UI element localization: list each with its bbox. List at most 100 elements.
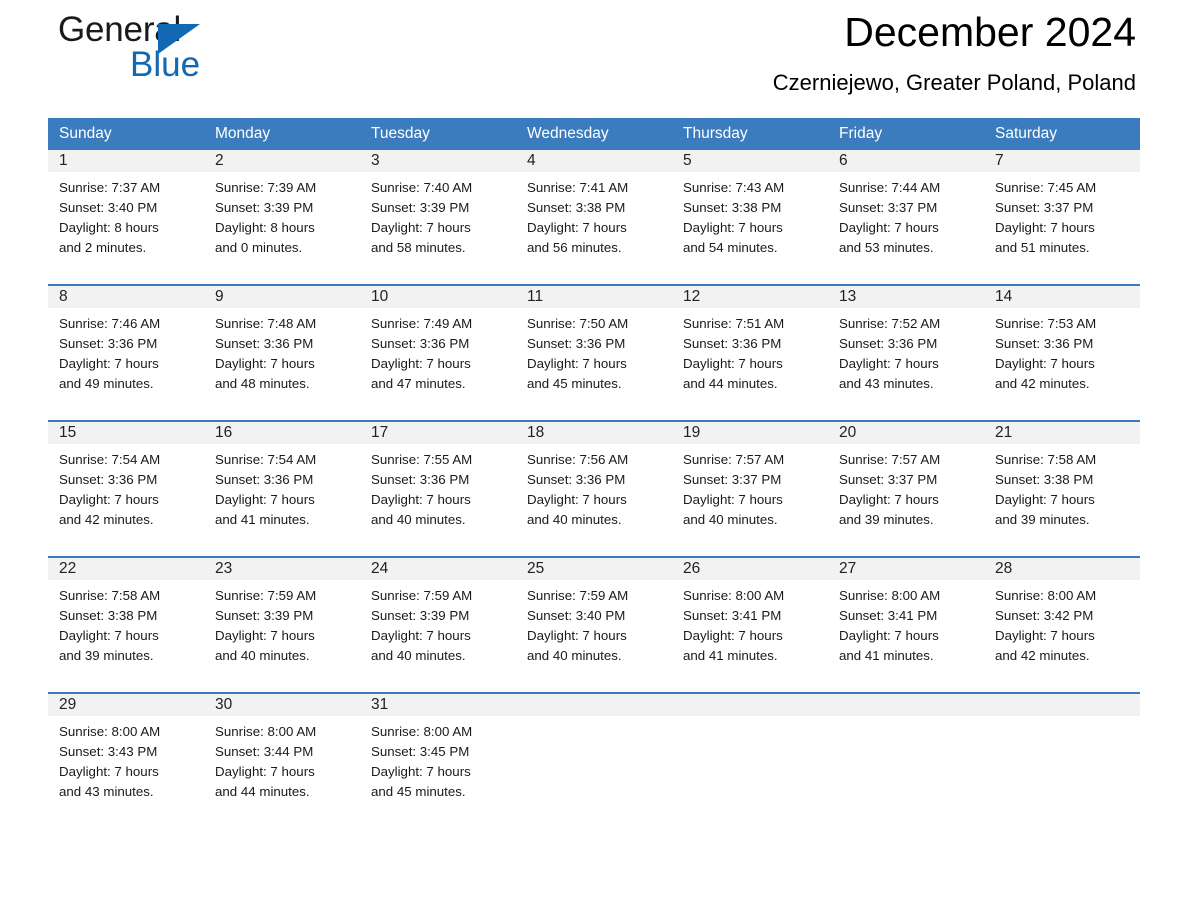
sunrise-text: Sunrise: 7:57 AM	[683, 452, 785, 467]
day-cell[interactable]: 10 Sunrise: 7:49 AM Sunset: 3:36 PM Dayligh…	[360, 286, 516, 412]
sunset-text: Sunset: 3:38 PM	[995, 472, 1094, 487]
daylight-text-line1: Daylight: 7 hours	[371, 220, 471, 235]
daylight-text-line2: and 40 minutes.	[371, 512, 466, 527]
daylight-text-line2: and 42 minutes.	[59, 512, 154, 527]
day-cell[interactable]: 12 Sunrise: 7:51 AM Sunset: 3:36 PM Dayligh…	[672, 286, 828, 412]
day-cell[interactable]: 5 Sunrise: 7:43 AM Sunset: 3:38 PM Daylight…	[672, 150, 828, 276]
day-details: Sunrise: 7:49 AM Sunset: 3:36 PM Daylight:…	[360, 308, 516, 394]
day-number: 1	[59, 152, 68, 169]
sunrise-text: Sunrise: 7:48 AM	[215, 316, 317, 331]
day-cell[interactable]: 4 Sunrise: 7:41 AM Sunset: 3:38 PM Daylight…	[516, 150, 672, 276]
day-cell[interactable]: 26 Sunrise: 8:00 AM Sunset: 3:41 PM Dayligh…	[672, 558, 828, 684]
daylight-text-line2: and 39 minutes.	[995, 512, 1090, 527]
day-details: Sunrise: 7:50 AM Sunset: 3:36 PM Daylight:…	[516, 308, 672, 394]
day-cell[interactable]: 19 Sunrise: 7:57 AM Sunset: 3:37 PM Dayligh…	[672, 422, 828, 548]
day-details: Sunrise: 7:45 AM Sunset: 3:37 PM Daylight:…	[984, 172, 1140, 258]
day-details: Sunrise: 7:57 AM Sunset: 3:37 PM Daylight:…	[672, 444, 828, 530]
sunset-text: Sunset: 3:44 PM	[215, 744, 314, 759]
daylight-text-line1: Daylight: 7 hours	[683, 492, 783, 507]
sunset-text: Sunset: 3:39 PM	[215, 200, 314, 215]
day-cell[interactable]: 25 Sunrise: 7:59 AM Sunset: 3:40 PM Dayligh…	[516, 558, 672, 684]
page-title: December 2024	[844, 9, 1136, 55]
day-cell[interactable]: 27 Sunrise: 8:00 AM Sunset: 3:41 PM Dayligh…	[828, 558, 984, 684]
weekday-header-row: Sunday Monday Tuesday Wednesday Thursday…	[48, 118, 1140, 150]
day-cell[interactable]: 9 Sunrise: 7:48 AM Sunset: 3:36 PM Daylight…	[204, 286, 360, 412]
sunset-text: Sunset: 3:36 PM	[527, 472, 626, 487]
sunset-text: Sunset: 3:37 PM	[683, 472, 782, 487]
daylight-text-line2: and 48 minutes.	[215, 376, 310, 391]
week-row: 15 Sunrise: 7:54 AM Sunset: 3:36 PM Dayligh…	[48, 420, 1140, 548]
week-row: 8 Sunrise: 7:46 AM Sunset: 3:36 PM Daylight…	[48, 284, 1140, 412]
day-cell[interactable]: 29 Sunrise: 8:00 AM Sunset: 3:43 PM Dayligh…	[48, 694, 204, 820]
day-details: Sunrise: 8:00 AM Sunset: 3:44 PM Daylight:…	[204, 716, 360, 802]
daylight-text-line1: Daylight: 7 hours	[683, 628, 783, 643]
day-details: Sunrise: 7:59 AM Sunset: 3:39 PM Daylight:…	[204, 580, 360, 666]
day-number: 16	[215, 424, 233, 441]
day-cell[interactable]: 14 Sunrise: 7:53 AM Sunset: 3:36 PM Dayligh…	[984, 286, 1140, 412]
daylight-text-line1: Daylight: 7 hours	[59, 628, 159, 643]
sunset-text: Sunset: 3:36 PM	[59, 472, 158, 487]
day-number: 8	[59, 288, 68, 305]
day-cell[interactable]: 17 Sunrise: 7:55 AM Sunset: 3:36 PM Dayligh…	[360, 422, 516, 548]
day-details: Sunrise: 7:39 AM Sunset: 3:39 PM Daylight:…	[204, 172, 360, 258]
day-cell[interactable]: 31 Sunrise: 8:00 AM Sunset: 3:45 PM Dayligh…	[360, 694, 516, 820]
week-row: 22 Sunrise: 7:58 AM Sunset: 3:38 PM Dayligh…	[48, 556, 1140, 684]
day-details: Sunrise: 7:46 AM Sunset: 3:36 PM Daylight:…	[48, 308, 204, 394]
day-cell[interactable]: 30 Sunrise: 8:00 AM Sunset: 3:44 PM Dayligh…	[204, 694, 360, 820]
weekday-header-tuesday: Tuesday	[371, 125, 430, 142]
day-cell[interactable]: 22 Sunrise: 7:58 AM Sunset: 3:38 PM Dayligh…	[48, 558, 204, 684]
daylight-text-line2: and 43 minutes.	[839, 376, 934, 391]
day-number: 20	[839, 424, 857, 441]
daylight-text-line1: Daylight: 7 hours	[995, 492, 1095, 507]
daylight-text-line1: Daylight: 7 hours	[527, 220, 627, 235]
sunrise-text: Sunrise: 7:58 AM	[995, 452, 1097, 467]
day-cell[interactable]: 15 Sunrise: 7:54 AM Sunset: 3:36 PM Dayligh…	[48, 422, 204, 548]
day-cell[interactable]: 1 Sunrise: 7:37 AM Sunset: 3:40 PM Daylight…	[48, 150, 204, 276]
daylight-text-line1: Daylight: 8 hours	[59, 220, 159, 235]
day-cell[interactable]: 6 Sunrise: 7:44 AM Sunset: 3:37 PM Daylight…	[828, 150, 984, 276]
sunrise-text: Sunrise: 7:39 AM	[215, 180, 317, 195]
daylight-text-line1: Daylight: 7 hours	[59, 356, 159, 371]
daylight-text-line2: and 54 minutes.	[683, 240, 778, 255]
daylight-text-line1: Daylight: 7 hours	[215, 492, 315, 507]
sunrise-text: Sunrise: 7:58 AM	[59, 588, 161, 603]
sunrise-text: Sunrise: 7:40 AM	[371, 180, 473, 195]
sunset-text: Sunset: 3:37 PM	[839, 472, 938, 487]
day-number: 9	[215, 288, 224, 305]
day-cell-empty	[984, 694, 1140, 820]
sunrise-text: Sunrise: 7:49 AM	[371, 316, 473, 331]
day-number: 21	[995, 424, 1013, 441]
sunset-text: Sunset: 3:36 PM	[215, 336, 314, 351]
day-number: 15	[59, 424, 77, 441]
day-number: 23	[215, 560, 233, 577]
sunset-text: Sunset: 3:37 PM	[995, 200, 1094, 215]
sunrise-text: Sunrise: 7:59 AM	[215, 588, 317, 603]
day-cell[interactable]: 7 Sunrise: 7:45 AM Sunset: 3:37 PM Daylight…	[984, 150, 1140, 276]
day-cell[interactable]: 3 Sunrise: 7:40 AM Sunset: 3:39 PM Daylight…	[360, 150, 516, 276]
day-cell[interactable]: 13 Sunrise: 7:52 AM Sunset: 3:36 PM Dayligh…	[828, 286, 984, 412]
weekday-header-wednesday: Wednesday	[527, 125, 609, 142]
day-cell[interactable]: 24 Sunrise: 7:59 AM Sunset: 3:39 PM Dayligh…	[360, 558, 516, 684]
logo-text-blue: Blue	[130, 45, 201, 84]
day-cell[interactable]: 16 Sunrise: 7:54 AM Sunset: 3:36 PM Dayligh…	[204, 422, 360, 548]
day-cell[interactable]: 28 Sunrise: 8:00 AM Sunset: 3:42 PM Dayligh…	[984, 558, 1140, 684]
day-cell[interactable]: 18 Sunrise: 7:56 AM Sunset: 3:36 PM Dayligh…	[516, 422, 672, 548]
week-row: 1 Sunrise: 7:37 AM Sunset: 3:40 PM Daylight…	[48, 150, 1140, 276]
weekday-header-thursday: Thursday	[683, 125, 748, 142]
sunrise-text: Sunrise: 7:56 AM	[527, 452, 629, 467]
daylight-text-line2: and 40 minutes.	[527, 512, 622, 527]
sunset-text: Sunset: 3:38 PM	[59, 608, 158, 623]
day-details: Sunrise: 7:54 AM Sunset: 3:36 PM Daylight:…	[48, 444, 204, 530]
day-cell[interactable]: 20 Sunrise: 7:57 AM Sunset: 3:37 PM Dayligh…	[828, 422, 984, 548]
day-details: Sunrise: 8:00 AM Sunset: 3:41 PM Daylight:…	[672, 580, 828, 666]
day-cell[interactable]: 21 Sunrise: 7:58 AM Sunset: 3:38 PM Dayligh…	[984, 422, 1140, 548]
day-number: 12	[683, 288, 701, 305]
day-cell[interactable]: 2 Sunrise: 7:39 AM Sunset: 3:39 PM Daylight…	[204, 150, 360, 276]
location-subtitle: Czerniejewo, Greater Poland, Poland	[772, 70, 1136, 95]
day-cell[interactable]: 23 Sunrise: 7:59 AM Sunset: 3:39 PM Dayligh…	[204, 558, 360, 684]
sunset-text: Sunset: 3:42 PM	[995, 608, 1094, 623]
day-cell[interactable]: 11 Sunrise: 7:50 AM Sunset: 3:36 PM Dayligh…	[516, 286, 672, 412]
daylight-text-line1: Daylight: 8 hours	[215, 220, 315, 235]
daylight-text-line2: and 42 minutes.	[995, 648, 1090, 663]
day-cell[interactable]: 8 Sunrise: 7:46 AM Sunset: 3:36 PM Daylight…	[48, 286, 204, 412]
